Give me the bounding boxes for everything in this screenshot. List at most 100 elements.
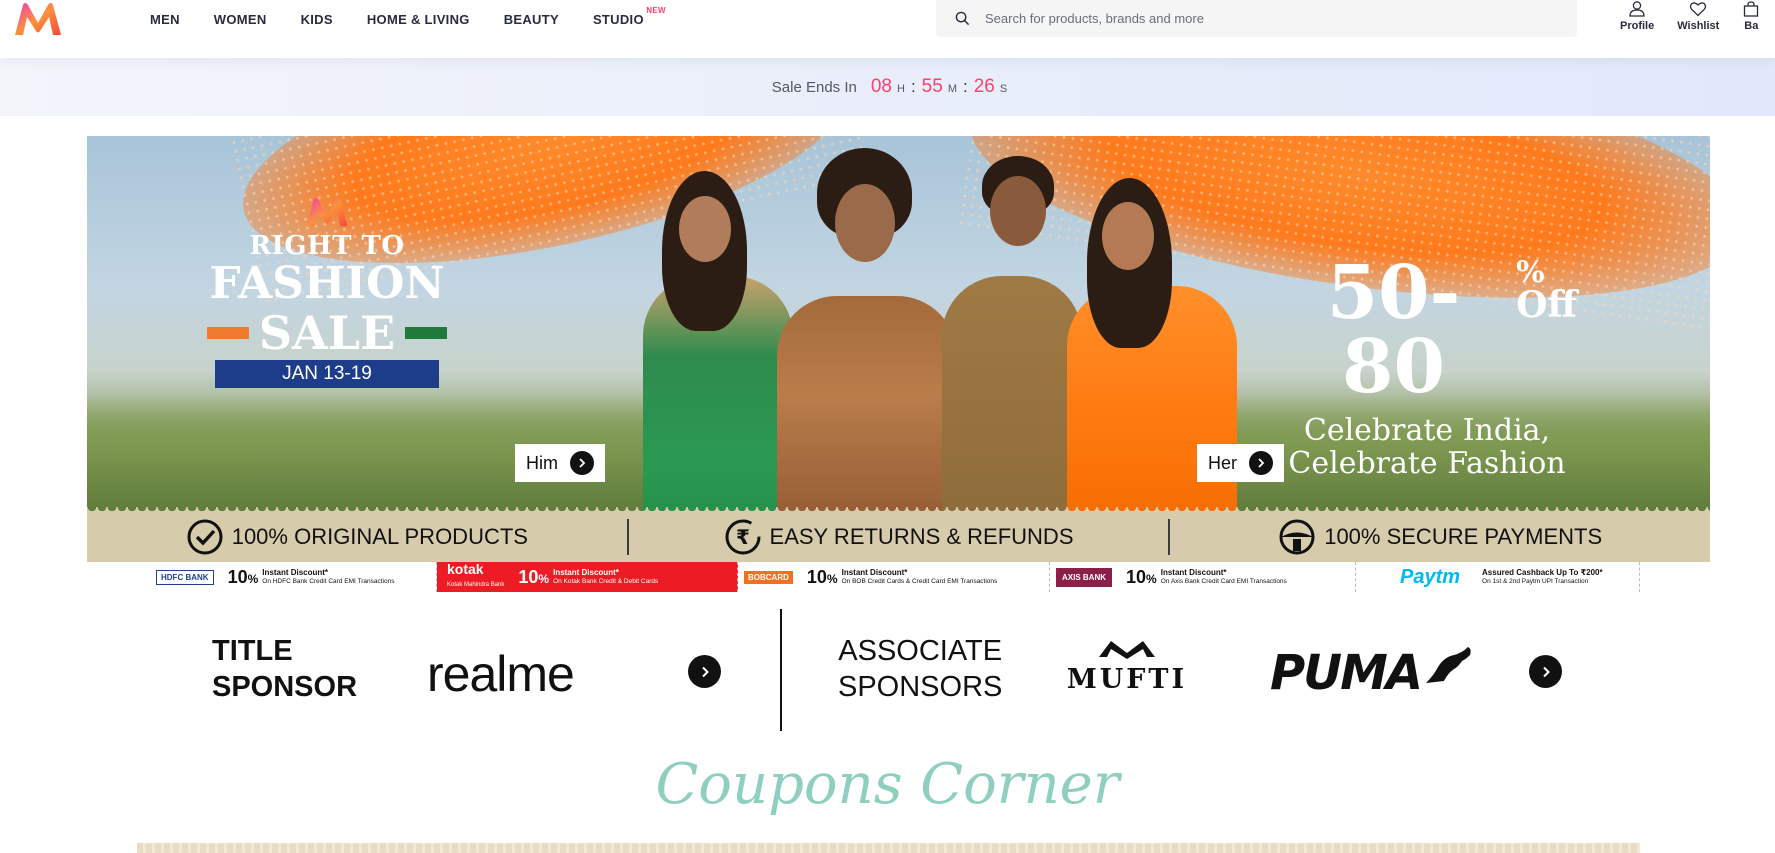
bank-offer-paytm[interactable]: Paytm Assured Cashback Up To ₹200* On 1s… — [1356, 562, 1640, 592]
timer-seconds-unit: S — [999, 83, 1008, 95]
bag-icon — [1744, 1, 1759, 17]
wishlist-button[interactable]: Wishlist — [1677, 0, 1719, 40]
hero-banner[interactable]: RIGHT TO FASHION SALE JAN 13-19 50-80 % … — [87, 136, 1710, 515]
chevron-right-icon — [701, 666, 709, 677]
discount-range: 50-80 — [1326, 250, 1461, 410]
rupee-circle-icon: ₹ — [725, 519, 761, 554]
discount-off: Off — [1516, 284, 1577, 326]
main-nav: MEN WOMEN KIDS HOME & LIVING BEAUTY STUD… — [150, 0, 678, 38]
model-face — [990, 176, 1046, 246]
nav-studio[interactable]: STUDIO NEW — [592, 6, 666, 27]
puma-cat-icon — [1425, 647, 1471, 683]
axis-bank-logo: AXIS BANK — [1056, 567, 1113, 587]
arrow-right-icon — [1249, 451, 1274, 475]
flag-bar-saffron — [206, 327, 249, 339]
nav-men[interactable]: MEN — [150, 12, 180, 27]
shop-her-label: Her — [1208, 452, 1238, 473]
associate-sponsor-next-button[interactable] — [1529, 655, 1562, 688]
shop-her-button[interactable]: Her — [1197, 444, 1285, 482]
sale-timer-strip: Sale Ends In 08 H : 55 M : 26 S — [0, 58, 1775, 116]
shop-him-button[interactable]: Him — [515, 444, 605, 482]
model-face — [1102, 202, 1154, 270]
timer-hours-unit: H — [896, 83, 905, 95]
offer-pct: 10% — [518, 566, 550, 587]
model-face — [679, 196, 731, 262]
tagline-1: Celebrate India, — [1303, 413, 1551, 448]
top-header: MEN WOMEN KIDS HOME & LIVING BEAUTY STUD… — [0, 0, 1775, 58]
profile-button[interactable]: Profile — [1620, 0, 1654, 40]
hdfc-bank-logo: HDFC BANK — [156, 569, 214, 585]
chevron-right-icon — [1542, 666, 1550, 677]
tagline-2: Celebrate Fashion — [1288, 446, 1566, 481]
shield-lock-icon — [1279, 519, 1315, 554]
sponsor-divider — [780, 609, 782, 731]
sale-title-line1: RIGHT TO — [249, 231, 405, 261]
offer-text: Instant Discount* On HDFC Bank Credit Ca… — [262, 568, 395, 585]
offer-text: Assured Cashback Up To ₹200* On 1st & 2n… — [1482, 568, 1603, 585]
bag-label: Ba — [1744, 20, 1759, 32]
offer-pct: 10% — [1126, 566, 1157, 587]
sale-dates: JAN 13-19 — [215, 360, 439, 388]
coupon-strip-edge — [137, 843, 1640, 853]
sale-title-line3: SALE — [197, 308, 457, 358]
model-man-brown-1 — [777, 296, 957, 515]
check-circle-icon — [187, 519, 223, 554]
realme-logo[interactable]: realme — [427, 645, 575, 703]
timer-colon: : — [910, 77, 916, 96]
wishlist-label: Wishlist — [1677, 20, 1720, 32]
timer-label: Sale Ends In — [771, 79, 857, 96]
header-actions: Profile Wishlist Ba — [1620, 0, 1775, 40]
svg-text:₹: ₹ — [736, 525, 750, 549]
sponsors-section: TITLE SPONSOR realme ASSOCIATE SPONSORS … — [0, 605, 1775, 731]
title-sponsor-heading: TITLE SPONSOR — [212, 635, 358, 703]
timer-hours: 08 — [870, 76, 892, 97]
coupons-corner-title: Coupons Corner — [655, 752, 1120, 817]
nav-women[interactable]: WOMEN — [214, 12, 267, 27]
nav-home-living[interactable]: HOME & LIVING — [367, 12, 470, 27]
offer-text: Instant Discount* On Kotak Bank Credit &… — [553, 568, 659, 585]
offer-pct: 10% — [227, 566, 259, 587]
timer-colon: : — [962, 77, 968, 96]
bank-offer-kotak[interactable]: kotak Kotak Mahindra Bank 10% Instant Dis… — [437, 562, 738, 592]
nav-studio-label: STUDIO — [592, 11, 644, 27]
nav-beauty[interactable]: BEAUTY — [504, 12, 559, 27]
offer-text: Instant Discount* On BOB Credit Cards & … — [841, 568, 998, 585]
puma-logo[interactable]: PUMA — [1270, 645, 1474, 701]
new-badge: NEW — [646, 5, 666, 15]
trust-secure: 100% SECURE PAYMENTS — [1170, 511, 1710, 562]
trust-original: 100% ORIGINAL PRODUCTS — [87, 511, 627, 562]
heart-icon — [1690, 2, 1707, 17]
nav-kids[interactable]: KIDS — [301, 12, 333, 27]
timer-seconds: 26 — [973, 76, 995, 97]
trust-returns: ₹ EASY RETURNS & REFUNDS — [629, 511, 1169, 562]
offer-text: Instant Discount* On Axis Bank Credit Ca… — [1160, 568, 1287, 585]
myntra-logo[interactable] — [13, 1, 63, 37]
bank-offer-bob[interactable]: BOBCARD 10% Instant Discount* On BOB Cre… — [738, 562, 1050, 592]
sale-word: SALE — [258, 306, 396, 360]
bank-offer-hdfc[interactable]: HDFC BANK 10% Instant Discount* On HDFC … — [150, 562, 437, 592]
timer-minutes-unit: M — [947, 83, 957, 95]
trust-strip: 100% ORIGINAL PRODUCTS ₹ EASY RETURNS & … — [87, 507, 1710, 562]
bobcard-logo: BOBCARD — [744, 570, 793, 584]
bank-offer-axis[interactable]: AXIS BANK 10% Instant Discount* On Axis … — [1050, 562, 1356, 592]
sale-title-line2: FASHION — [209, 258, 445, 309]
bag-button[interactable]: Ba — [1742, 0, 1760, 40]
discount-suffix: % Off — [1516, 258, 1577, 326]
paytm-logo: Paytm — [1400, 565, 1461, 588]
trust-secure-label: 100% SECURE PAYMENTS — [1324, 523, 1603, 549]
title-sponsor-next-button[interactable] — [688, 655, 721, 688]
model-face — [835, 184, 895, 262]
discount-row: 50-80 % Off — [1277, 256, 1577, 404]
sale-timer: Sale Ends In 08 H : 55 M : 26 S — [772, 76, 1013, 98]
mufti-emblem-icon — [1099, 641, 1155, 659]
mufti-logo[interactable]: MUFTI — [1062, 637, 1192, 695]
bank-offers-strip[interactable]: HDFC BANK 10% Instant Discount* On HDFC … — [150, 562, 1640, 592]
search-icon[interactable] — [942, 0, 982, 37]
user-icon — [1629, 1, 1645, 17]
trust-original-label: 100% ORIGINAL PRODUCTS — [231, 523, 528, 549]
model-man-brown-2 — [942, 276, 1082, 515]
timer-minutes: 55 — [921, 76, 943, 97]
sale-branding: RIGHT TO FASHION SALE JAN 13-19 — [197, 196, 457, 388]
search-bar[interactable] — [936, 0, 1577, 37]
search-input[interactable] — [985, 11, 1545, 26]
